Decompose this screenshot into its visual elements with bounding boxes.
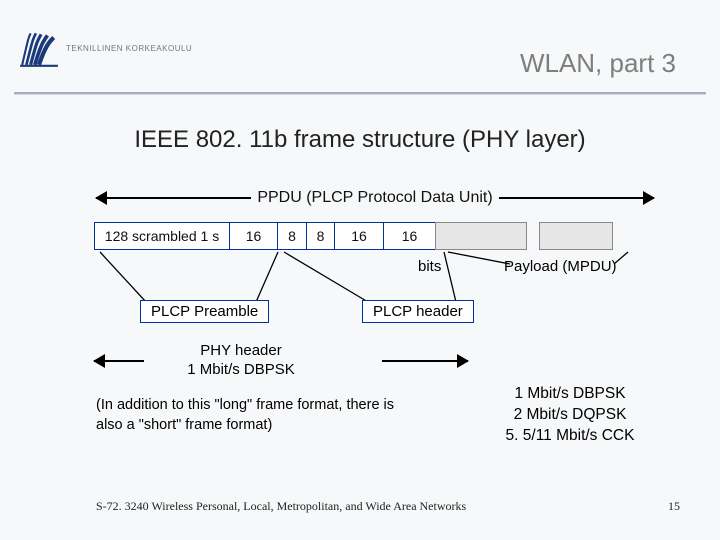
field-crc: 16 — [383, 222, 437, 250]
page-number: 15 — [668, 499, 680, 514]
ppdu-extent-arrow: PPDU (PLCP Protocol Data Unit) — [96, 186, 654, 210]
ppdu-label: PPDU (PLCP Protocol Data Unit) — [251, 189, 498, 207]
arrow-left-icon — [96, 197, 251, 199]
rate-3: 5. 5/11 Mbit/s CCK — [506, 427, 635, 444]
frame-fields: 128 scrambled 1 s 16 8 8 16 16 — [94, 222, 613, 250]
rate-2: 2 Mbit/s DQPSK — [514, 406, 627, 423]
field-service: 8 — [306, 222, 336, 250]
header-title: WLAN, part 3 — [520, 48, 676, 79]
arrow-right-icon — [382, 360, 468, 362]
phy-header-extent: PHY header 1 Mbit/s DBPSK — [96, 342, 386, 390]
field-signal: 8 — [277, 222, 307, 250]
field-payload-a — [435, 222, 527, 250]
field-length: 16 — [334, 222, 384, 250]
slide: Teknillinen Korkeakoulu WLAN, part 3 IEE… — [0, 0, 720, 540]
plcp-preamble-box: PLCP Preamble — [140, 300, 269, 323]
bits-label: bits — [418, 258, 441, 275]
footer-course: S-72. 3240 Wireless Personal, Local, Met… — [96, 499, 466, 514]
page-title: IEEE 802. 11b frame structure (PHY layer… — [0, 126, 720, 154]
format-note: (In addition to this "long" frame format… — [96, 396, 416, 435]
field-sync: 128 scrambled 1 s — [94, 222, 230, 250]
payload-gap — [527, 222, 539, 250]
institution-logo: Teknillinen Korkeakoulu — [18, 18, 218, 78]
arrow-right-icon — [499, 197, 654, 199]
phy-line2: 1 Mbit/s DBPSK — [187, 361, 295, 378]
phy-header-text: PHY header 1 Mbit/s DBPSK — [96, 342, 386, 380]
plcp-header-box: PLCP header — [362, 300, 474, 323]
institution-name: Teknillinen Korkeakoulu — [66, 44, 192, 53]
footer: S-72. 3240 Wireless Personal, Local, Met… — [96, 499, 680, 514]
payload-label: Payload (MPDU) — [504, 258, 617, 275]
field-sfd: 16 — [229, 222, 279, 250]
field-payload-b — [539, 222, 613, 250]
fan-logo-icon — [18, 27, 60, 69]
phy-line1: PHY header — [200, 342, 281, 359]
rate-1: 1 Mbit/s DBPSK — [514, 385, 625, 402]
header: Teknillinen Korkeakoulu WLAN, part 3 — [0, 0, 720, 90]
payload-rates: 1 Mbit/s DBPSK 2 Mbit/s DQPSK 5. 5/11 Mb… — [470, 384, 670, 447]
header-divider — [14, 92, 706, 95]
